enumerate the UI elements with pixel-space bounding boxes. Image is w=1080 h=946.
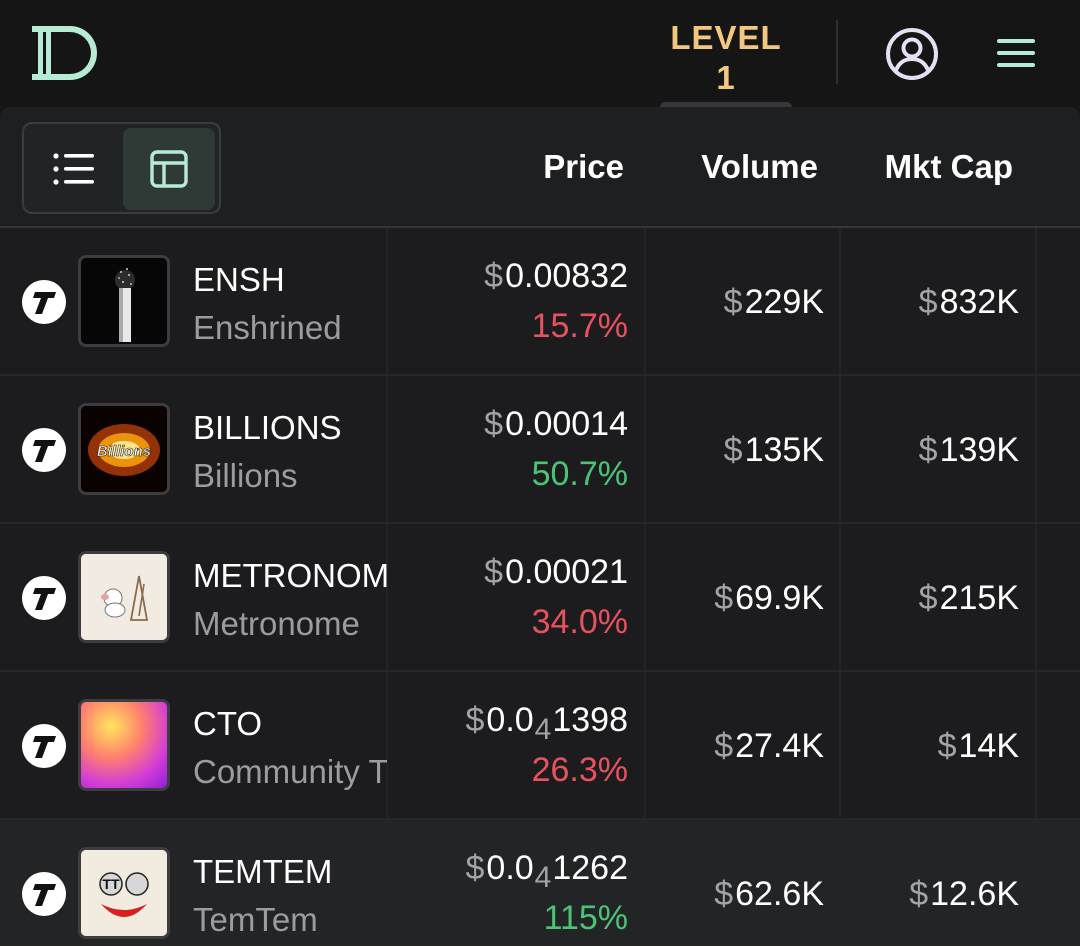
volume-value: 27.4K xyxy=(735,727,824,765)
price-change: 34.0% xyxy=(531,603,628,641)
token-name: Metronome xyxy=(193,605,360,642)
t-chain-icon xyxy=(22,724,66,768)
currency-symbol: $ xyxy=(484,553,504,591)
token-mkt-cap: $832K xyxy=(841,282,1019,322)
price-zero-count: 4 xyxy=(534,713,552,746)
mkt-cap-value: 14K xyxy=(958,727,1020,765)
token-volume: $69.9K xyxy=(646,578,824,618)
cto-thumbnail xyxy=(78,699,170,791)
ensh-thumbnail xyxy=(78,255,170,347)
token-name: Billions xyxy=(193,457,298,494)
currency-symbol: $ xyxy=(714,579,734,617)
mkt-cap-value: 215K xyxy=(939,579,1019,617)
mkt-cap-value: 832K xyxy=(939,283,1019,321)
user-circle-icon[interactable] xyxy=(885,27,939,81)
table-view-button[interactable] xyxy=(123,128,215,210)
price-prefix: 0.0 xyxy=(486,849,534,887)
currency-symbol: $ xyxy=(714,875,734,913)
token-volume: $62.6K xyxy=(646,874,824,914)
temtem-thumbnail: TT xyxy=(78,847,170,939)
token-volume: $229K xyxy=(646,282,824,322)
table-row[interactable]: CTO Community T $0.041398 26.3% $27.4K $… xyxy=(0,672,1080,820)
currency-symbol: $ xyxy=(937,727,957,765)
price-value: 0.00832 xyxy=(505,257,628,295)
list-view-button[interactable] xyxy=(28,128,120,210)
token-price: $0.00832 xyxy=(388,256,628,296)
column-header-volume[interactable]: Volume xyxy=(646,107,818,226)
token-name: TemTem xyxy=(193,901,318,938)
table-row[interactable]: TT TEMTEM TemTem $0.041262 115% $62.6K $… xyxy=(0,820,1080,946)
t-chain-icon xyxy=(22,576,66,620)
token-name: Community T xyxy=(193,753,387,790)
column-header-price[interactable]: Price xyxy=(388,107,624,226)
currency-symbol: $ xyxy=(909,875,929,913)
currency-symbol: $ xyxy=(723,283,743,321)
currency-symbol: $ xyxy=(484,257,504,295)
currency-symbol: $ xyxy=(465,849,485,887)
token-name: Enshrined xyxy=(193,309,342,346)
table-row[interactable]: METRONOME Metronome $0.00021 34.0% $69.9… xyxy=(0,524,1080,672)
token-symbol: TEMTEM xyxy=(193,853,333,890)
mkt-cap-value: 12.6K xyxy=(930,875,1019,913)
token-symbol: BILLIONS xyxy=(193,409,342,446)
billions-logo-text: Billions xyxy=(97,443,151,460)
volume-value: 135K xyxy=(744,431,824,469)
volume-value: 62.6K xyxy=(735,875,824,913)
mkt-cap-value: 139K xyxy=(939,431,1019,469)
price-zero-count: 4 xyxy=(534,861,552,894)
hamburger-menu-icon[interactable] xyxy=(995,35,1037,71)
table-row[interactable]: ENSH Enshrined $0.00832 15.7% $229K $832… xyxy=(0,228,1080,376)
token-table: Price Volume Mkt Cap ENSH Enshrined $0.0… xyxy=(0,107,1080,946)
token-volume: $27.4K xyxy=(646,726,824,766)
price-value: 0.00021 xyxy=(505,553,628,591)
price-suffix: 1262 xyxy=(552,849,628,887)
token-price: $0.00021 xyxy=(388,552,628,592)
currency-symbol: $ xyxy=(918,283,938,321)
price-suffix: 1398 xyxy=(552,701,628,739)
header-divider xyxy=(836,20,838,84)
token-mkt-cap: $139K xyxy=(841,430,1019,470)
currency-symbol: $ xyxy=(714,727,734,765)
currency-symbol: $ xyxy=(484,405,504,443)
token-symbol: ENSH xyxy=(193,261,285,298)
table-header: Price Volume Mkt Cap xyxy=(0,107,1080,228)
token-price: $0.00014 xyxy=(388,404,628,444)
t-chain-icon xyxy=(22,872,66,916)
brand-logo-icon[interactable] xyxy=(30,22,104,84)
view-toggle xyxy=(22,122,221,214)
price-change: 15.7% xyxy=(531,307,628,345)
currency-symbol: $ xyxy=(465,701,485,739)
t-chain-icon xyxy=(22,280,66,324)
token-volume: $135K xyxy=(646,430,824,470)
price-change: 50.7% xyxy=(531,455,628,493)
token-price: $0.041398 xyxy=(388,700,628,750)
price-change: 115% xyxy=(543,899,628,937)
currency-symbol: $ xyxy=(918,431,938,469)
token-mkt-cap: $215K xyxy=(841,578,1019,618)
volume-value: 69.9K xyxy=(735,579,824,617)
currency-symbol: $ xyxy=(723,431,743,469)
billions-thumbnail: Billions xyxy=(78,403,170,495)
token-mkt-cap: $14K xyxy=(841,726,1019,766)
price-value: 0.00014 xyxy=(505,405,628,443)
level-label: LEVEL 1 xyxy=(670,19,782,96)
metronome-thumbnail xyxy=(78,551,170,643)
table-view-icon xyxy=(150,150,188,188)
column-header-mkt-cap[interactable]: Mkt Cap xyxy=(841,107,1013,226)
currency-symbol: $ xyxy=(918,579,938,617)
table-row[interactable]: Billions BILLIONS Billions $0.00014 50.7… xyxy=(0,376,1080,524)
price-prefix: 0.0 xyxy=(486,701,534,739)
token-symbol: METRONOME xyxy=(193,557,387,594)
price-change: 26.3% xyxy=(531,751,628,789)
volume-value: 229K xyxy=(744,283,824,321)
token-price: $0.041262 xyxy=(388,848,628,898)
top-bar: LEVEL 1 xyxy=(0,0,1080,128)
token-symbol: CTO xyxy=(193,705,263,742)
t-chain-icon xyxy=(22,428,66,472)
token-mkt-cap: $12.6K xyxy=(841,874,1019,914)
temtem-eye-letter: TT xyxy=(102,876,120,892)
list-view-icon xyxy=(53,153,94,185)
